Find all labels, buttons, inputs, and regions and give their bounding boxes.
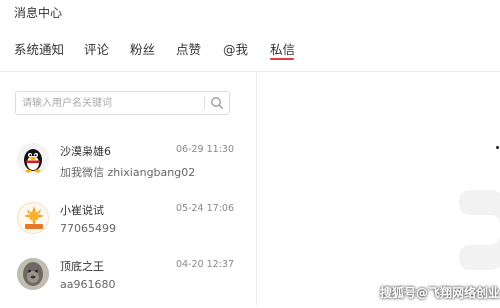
tab-fans[interactable]: 粉丝: [130, 39, 155, 58]
contact-name: 顶底之王: [60, 260, 104, 273]
divider: [0, 71, 500, 72]
background-logo-shape: [458, 190, 500, 270]
tab-bar: 系统通知 评论 粉丝 点赞 @我 私信: [0, 34, 500, 70]
search-input[interactable]: [22, 94, 197, 112]
message-preview: aa961680: [60, 278, 116, 291]
qq-penguin-avatar: [17, 143, 49, 175]
tab-system-notice[interactable]: 系统通知: [14, 39, 64, 58]
conversation-item[interactable]: 沙漠枭雄6 06-29 11:30 加我微信 zhixiangbang02: [0, 138, 256, 193]
tab-likes[interactable]: 点赞: [176, 39, 201, 58]
message-time: 06-29 11:30: [175, 144, 234, 155]
tab-private-messages[interactable]: 私信: [270, 39, 295, 58]
tab-comments[interactable]: 评论: [84, 39, 109, 58]
cursor-dot: [496, 146, 499, 149]
search-divider: [204, 96, 205, 110]
gorilla-avatar: [17, 258, 49, 290]
watermark: 搜狐号@飞翔网络创业: [380, 286, 500, 300]
search-icon[interactable]: [210, 96, 224, 110]
message-time: 05-24 17:06: [175, 203, 234, 214]
tab-mentions[interactable]: @我: [223, 39, 248, 58]
panel-divider: [256, 72, 257, 305]
search-box: [15, 91, 230, 115]
page-title: 消息中心: [14, 6, 63, 20]
contact-name: 沙漠枭雄6: [60, 145, 111, 158]
contact-name: 小崔说试: [60, 204, 104, 217]
sun-logo-avatar: [17, 202, 49, 234]
message-time: 04-20 12:37: [175, 259, 234, 270]
header-bar: 消息中心: [0, 0, 500, 26]
conversation-item[interactable]: 顶底之王 04-20 12:37 aa961680: [0, 253, 256, 308]
conversation-item[interactable]: 小崔说试 05-24 17:06 77065499: [0, 197, 256, 252]
message-preview: 77065499: [60, 222, 116, 235]
message-preview: 加我微信 zhixiangbang02: [60, 166, 196, 179]
active-tab-indicator: [270, 58, 294, 60]
